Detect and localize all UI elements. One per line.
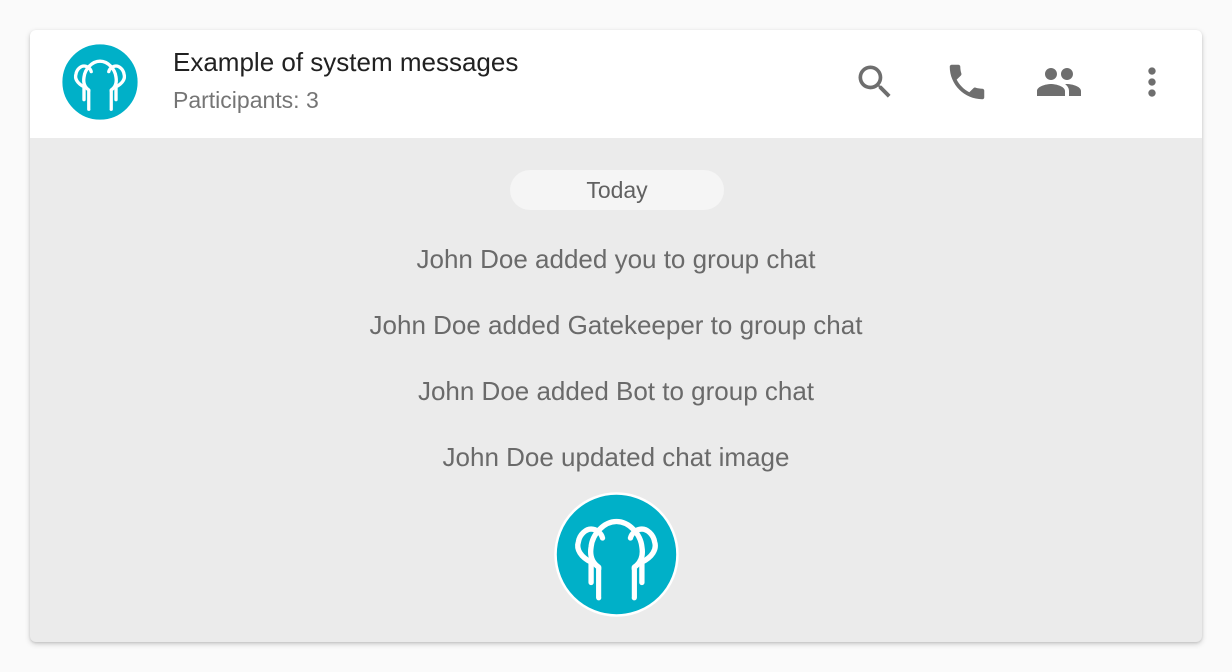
chat-window: Example of system messages Participants:… <box>30 30 1202 642</box>
chat-header: Example of system messages Participants:… <box>30 30 1202 138</box>
search-button[interactable] <box>845 52 905 112</box>
system-message: John Doe added Bot to group chat <box>417 376 815 406</box>
system-message: John Doe added Gatekeeper to group chat <box>369 310 863 340</box>
participants-count: Participants: 3 <box>173 87 319 113</box>
message-list[interactable]: Today John Doe added you to group chat J… <box>30 138 1202 642</box>
chat-avatar[interactable] <box>60 42 140 122</box>
call-button[interactable] <box>937 52 997 112</box>
participants-icon <box>1037 68 1081 96</box>
chat-title: Example of system messages <box>173 47 519 77</box>
updated-chat-image[interactable] <box>553 491 680 618</box>
system-message: John Doe added you to group chat <box>416 244 816 274</box>
more-vertical-icon <box>1148 67 1156 97</box>
chat-title-block[interactable]: Example of system messages Participants:… <box>173 46 518 114</box>
more-options-button[interactable] <box>1122 52 1182 112</box>
participants-button[interactable] <box>1029 52 1089 112</box>
phone-icon <box>949 64 985 100</box>
search-icon <box>858 65 891 98</box>
system-message: John Doe updated chat image <box>442 442 790 472</box>
group-people-icon <box>553 491 680 618</box>
date-separator: Today <box>510 170 724 210</box>
group-people-icon <box>60 42 140 122</box>
